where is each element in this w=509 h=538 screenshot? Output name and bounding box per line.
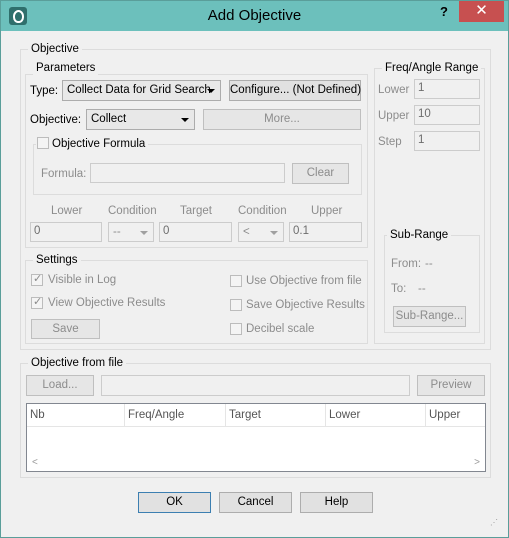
save-button[interactable]: Save xyxy=(31,319,100,339)
save-objective-results-label: Save Objective Results xyxy=(246,299,365,311)
more-button[interactable]: More... xyxy=(203,109,361,130)
column-header-upper[interactable]: Upper xyxy=(426,404,485,426)
type-select[interactable]: Collect Data for Grid Search xyxy=(62,80,221,101)
type-label: Type: xyxy=(30,85,59,97)
decibel-scale-checkbox[interactable] xyxy=(230,323,242,335)
parameters-group-label: Parameters xyxy=(33,62,99,75)
target-input[interactable]: 0 xyxy=(159,222,232,242)
objective-label: Objective: xyxy=(30,114,82,126)
ok-button[interactable]: OK xyxy=(138,492,211,513)
scroll-right-icon[interactable]: > xyxy=(474,457,480,468)
formula-input[interactable] xyxy=(90,163,285,183)
freq-angle-range-label: Freq/Angle Range xyxy=(382,62,482,75)
target-header: Target xyxy=(180,205,212,217)
objective-formula-header: Objective Formula xyxy=(36,137,149,151)
objective-file-table[interactable]: Nb Freq/Angle Target Lower Upper < > xyxy=(26,403,486,472)
help-button[interactable]: Help xyxy=(300,492,373,513)
settings-group-label: Settings xyxy=(33,254,81,267)
column-header-lower[interactable]: Lower xyxy=(326,404,426,426)
load-button[interactable]: Load... xyxy=(26,375,94,396)
view-objective-results-checkbox[interactable] xyxy=(31,295,43,309)
title-bar: Add Objective ? ✕ xyxy=(1,1,508,31)
sub-range-label: Sub-Range xyxy=(387,229,452,242)
view-objective-results-label: View Objective Results xyxy=(48,297,166,309)
chevron-down-icon xyxy=(140,231,148,235)
freq-upper-input[interactable]: 10 xyxy=(414,105,480,125)
save-objective-results-checkbox[interactable] xyxy=(230,299,242,311)
condition-header-1: Condition xyxy=(108,205,157,217)
scroll-left-icon[interactable]: < xyxy=(32,457,38,468)
freq-lower-input[interactable]: 1 xyxy=(414,79,480,99)
add-objective-dialog: Add Objective ? ✕ Objective Parameters T… xyxy=(0,0,509,538)
column-header-nb[interactable]: Nb xyxy=(27,404,125,426)
sub-range-button[interactable]: Sub-Range... xyxy=(393,306,466,327)
cancel-button[interactable]: Cancel xyxy=(219,492,292,513)
chevron-down-icon xyxy=(270,231,278,235)
lower-input[interactable]: 0 xyxy=(30,222,102,242)
lower-header: Lower xyxy=(51,205,83,217)
sub-range-from-label: From: xyxy=(391,258,422,270)
freq-lower-label: Lower xyxy=(378,84,410,96)
decibel-scale-label: Decibel scale xyxy=(246,323,315,335)
chevron-down-icon xyxy=(181,118,189,122)
close-icon: ✕ xyxy=(475,2,488,19)
preview-button[interactable]: Preview xyxy=(417,375,485,396)
freq-upper-label: Upper xyxy=(378,110,410,122)
objective-from-file-label: Objective from file xyxy=(28,357,127,370)
upper-header: Upper xyxy=(311,205,343,217)
close-button[interactable]: ✕ xyxy=(459,1,504,22)
column-header-freq-angle[interactable]: Freq/Angle xyxy=(125,404,226,426)
configure-button[interactable]: Configure... (Not Defined) xyxy=(229,80,361,101)
header-divider xyxy=(27,426,485,427)
file-path-input[interactable] xyxy=(101,375,410,396)
column-header-target[interactable]: Target xyxy=(226,404,326,426)
condition-select-1-value: -- xyxy=(113,226,121,238)
clear-button[interactable]: Clear xyxy=(292,163,349,184)
sub-range-to-label: To: xyxy=(391,283,407,295)
use-objective-from-file-label: Use Objective from file xyxy=(246,275,362,287)
freq-step-input[interactable]: 1 xyxy=(414,131,480,151)
resize-grip-icon[interactable]: ⋰ xyxy=(490,518,498,527)
condition-select-2[interactable]: < xyxy=(238,222,284,242)
use-objective-from-file-checkbox[interactable] xyxy=(230,275,242,287)
condition-select-2-value: < xyxy=(243,226,250,238)
visible-in-log-label: Visible in Log xyxy=(48,274,117,286)
condition-header-2: Condition xyxy=(238,205,287,217)
condition-select-1[interactable]: -- xyxy=(108,222,154,242)
chevron-down-icon xyxy=(207,89,215,93)
objective-select[interactable]: Collect xyxy=(86,109,195,130)
objective-select-value: Collect xyxy=(91,113,127,125)
upper-input[interactable]: 0.1 xyxy=(289,222,362,242)
type-select-value: Collect Data for Grid Search xyxy=(67,84,211,96)
objective-formula-checkbox[interactable] xyxy=(37,137,49,149)
formula-label: Formula: xyxy=(41,168,87,180)
sub-range-to-value: -- xyxy=(418,283,426,295)
objective-group-label: Objective xyxy=(28,43,82,56)
freq-step-label: Step xyxy=(378,136,402,148)
visible-in-log-checkbox[interactable] xyxy=(31,272,43,286)
objective-formula-label: Objective Formula xyxy=(52,138,146,150)
sub-range-from-value: -- xyxy=(425,258,433,270)
title-help-button[interactable]: ? xyxy=(431,3,457,23)
